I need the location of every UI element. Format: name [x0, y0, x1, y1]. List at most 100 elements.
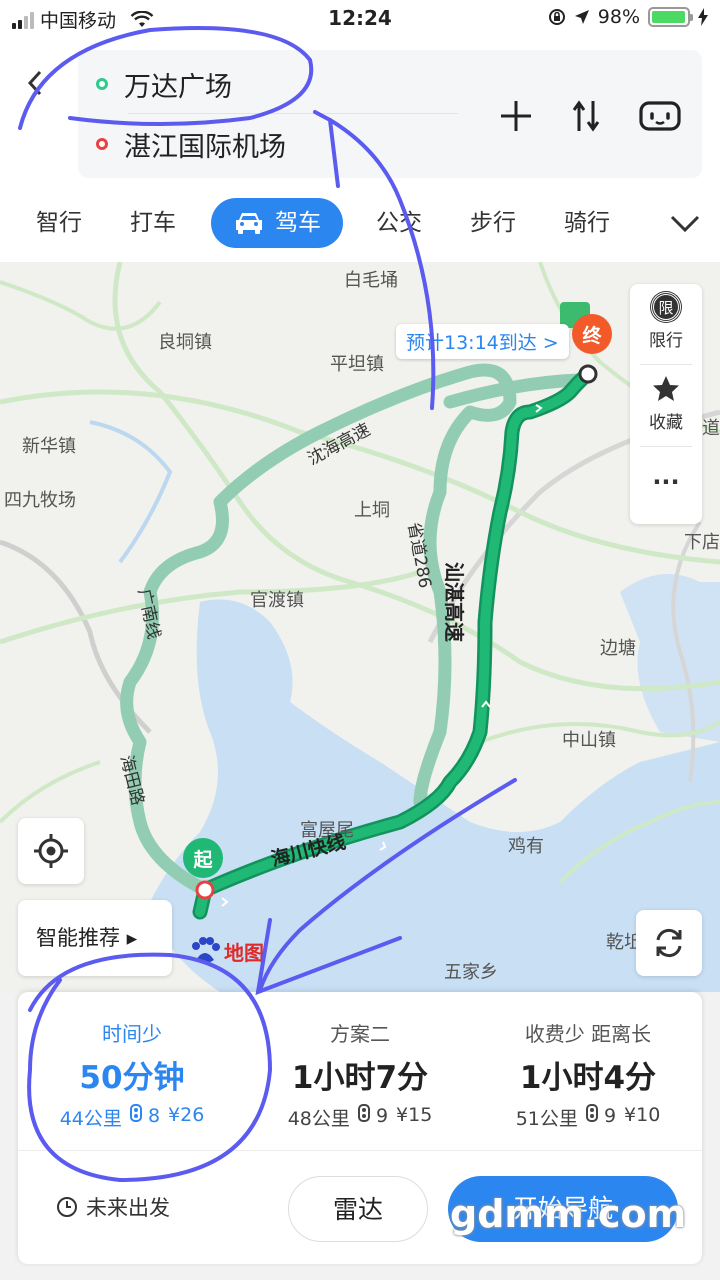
- route-option-tag: 时间少: [102, 1022, 162, 1046]
- restriction-label: 限行: [649, 331, 683, 351]
- battery-percent: 98%: [597, 6, 640, 28]
- place-label: 平坦镇: [330, 354, 384, 375]
- chevron-down-icon[interactable]: [668, 208, 702, 238]
- route-option[interactable]: 时间少 50分钟 44公里 8 ¥26: [18, 992, 246, 1142]
- more-button[interactable]: ···: [630, 468, 702, 496]
- route-input-box: 万达广场 湛江国际机场: [78, 50, 702, 178]
- place-label: 中山镇: [562, 730, 616, 751]
- map-logo: 地图: [188, 936, 264, 966]
- clock-icon: [57, 1197, 77, 1217]
- route-option-duration: 1小时4分: [519, 1060, 657, 1096]
- place-label: 道: [702, 418, 720, 439]
- side-divider: [640, 446, 692, 447]
- refresh-button[interactable]: [636, 910, 702, 976]
- road-label: 汕湛高速: [442, 562, 466, 642]
- route-option-meta: 51公里 9 ¥10: [474, 1104, 702, 1131]
- start-marker: 起: [183, 838, 223, 878]
- battery-level: [652, 11, 686, 23]
- place-label: 新华镇: [22, 436, 76, 457]
- sheet-divider: [18, 1150, 702, 1151]
- route-option-lights-count: 9: [603, 1105, 617, 1127]
- transport-tabs: 智行 打车 驾车 公交 步行 骑行: [0, 198, 720, 248]
- status-bar: 中国移动 12:24 98%: [0, 0, 720, 38]
- route-option[interactable]: 收费少 距离长 1小时4分 51公里 9 ¥10: [474, 992, 702, 1142]
- locate-button[interactable]: [18, 818, 84, 884]
- place-label: 官渡镇: [250, 590, 304, 611]
- route-option[interactable]: 方案二 1小时7分 48公里 9 ¥15: [246, 992, 474, 1142]
- chevron-left-icon: [27, 70, 42, 96]
- route-option-lights-count: 9: [375, 1105, 389, 1127]
- back-button[interactable]: [24, 68, 54, 98]
- restriction-badge: 限: [658, 298, 674, 317]
- rotation-lock-icon: [548, 9, 565, 25]
- traffic-light-icon: [129, 1104, 142, 1122]
- place-label: 白毛埇: [344, 270, 398, 291]
- map-view[interactable]: 白毛埇 良垌镇 平坦镇 新华镇 四九牧场 上垌 官渡镇 边塘 中山镇 富屋尾 鸡…: [0, 262, 720, 992]
- place-label: 良垌镇: [158, 332, 212, 353]
- tab-bus[interactable]: 公交: [376, 198, 422, 248]
- route-header: 万达广场 湛江国际机场 智行 打车 驾车 公交 步行 骑行: [0, 38, 720, 262]
- route-option-lights: 9: [585, 1104, 617, 1131]
- place-label: 五家乡: [444, 962, 498, 983]
- place-label: 边塘: [600, 638, 636, 659]
- traffic-light-icon: [585, 1104, 598, 1122]
- radar-button[interactable]: 雷达: [288, 1176, 428, 1242]
- tab-taxi[interactable]: 打车: [130, 198, 176, 248]
- tab-drive-label: 驾车: [275, 210, 321, 236]
- smart-recommend-button[interactable]: 智能推荐 ▸: [18, 900, 172, 976]
- favorite-button[interactable]: 收藏: [630, 374, 702, 433]
- car-icon: [236, 213, 262, 234]
- route-option-tag: 收费少 距离长: [524, 1022, 652, 1046]
- traffic-light-icon: [357, 1104, 370, 1122]
- tab-drive[interactable]: 驾车: [211, 198, 343, 248]
- end-dot-icon: [96, 138, 108, 150]
- route-option-duration: 50分钟: [79, 1060, 185, 1096]
- more-icon: ···: [652, 468, 680, 496]
- route-option-distance: 48公里: [287, 1108, 350, 1130]
- tab-smart[interactable]: 智行: [36, 198, 82, 248]
- battery-icon: [648, 7, 693, 27]
- refresh-icon: [656, 928, 682, 958]
- voice-icon: [639, 101, 681, 131]
- route-option-lights: 8: [129, 1104, 161, 1131]
- start-dot-icon: [96, 78, 108, 90]
- status-right: 98%: [548, 6, 708, 28]
- future-departure-button[interactable]: 未来出发: [56, 1192, 170, 1222]
- route-option-distance: 51公里: [515, 1108, 578, 1130]
- route-option-toll: ¥26: [168, 1104, 205, 1126]
- route-option-lights: 9: [357, 1104, 389, 1131]
- tab-bike[interactable]: 骑行: [564, 198, 610, 248]
- route-option-lights-count: 8: [147, 1105, 161, 1127]
- route-option-toll: ¥10: [624, 1104, 661, 1126]
- start-point-text: 万达广场: [124, 71, 232, 103]
- route-option-tag: 方案二: [330, 1022, 390, 1046]
- favorite-label: 收藏: [649, 413, 683, 433]
- charging-icon: [698, 8, 708, 26]
- watermark: gdmm.com: [450, 1192, 687, 1236]
- route-option-toll: ¥15: [396, 1104, 433, 1126]
- swap-route-button[interactable]: [564, 94, 608, 138]
- paw-logo-icon: [192, 937, 220, 963]
- map-side-panel: 限 限行 收藏 ···: [630, 284, 702, 524]
- locate-icon: [34, 834, 68, 868]
- place-label: 上垌: [354, 500, 390, 521]
- eta-bubble[interactable]: 预计13:14到达 >: [396, 324, 569, 359]
- route-option-distance: 44公里: [59, 1108, 122, 1130]
- start-point-field[interactable]: 万达广场: [96, 56, 456, 112]
- place-label: 四九牧场: [4, 490, 76, 511]
- end-point-field[interactable]: 湛江国际机场: [96, 116, 456, 172]
- place-label: 下店: [684, 532, 720, 553]
- restriction-icon: 限: [651, 292, 681, 322]
- end-marker: 终: [572, 314, 612, 354]
- star-icon: [653, 376, 679, 401]
- side-divider: [640, 364, 692, 365]
- route-option-duration: 1小时7分: [291, 1060, 429, 1096]
- voice-button[interactable]: [638, 94, 682, 138]
- location-arrow-icon: [574, 10, 589, 24]
- route-option-meta: 48公里 9 ¥15: [246, 1104, 474, 1131]
- restriction-button[interactable]: 限 限行: [630, 292, 702, 351]
- future-departure-label: 未来出发: [86, 1196, 170, 1220]
- place-label: 鸡有: [508, 836, 544, 857]
- add-waypoint-button[interactable]: [494, 94, 538, 138]
- tab-walk[interactable]: 步行: [470, 198, 516, 248]
